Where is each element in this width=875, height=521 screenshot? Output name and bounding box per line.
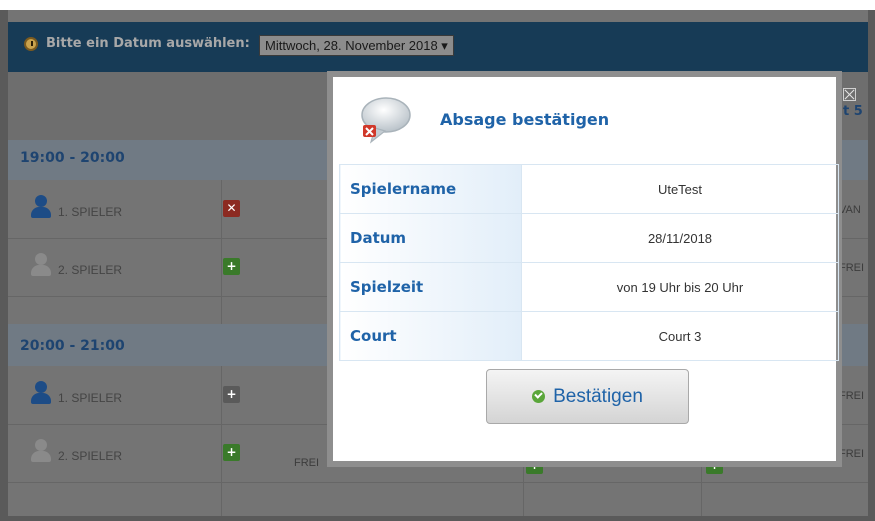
player-icon	[30, 439, 52, 463]
detail-key: Spielzeit	[339, 262, 522, 312]
close-icon[interactable]	[843, 88, 856, 101]
player-label: 2. SPIELER	[58, 449, 123, 463]
detail-key: Spielername	[339, 164, 522, 214]
table-row: Spielzeit von 19 Uhr bis 20 Uhr	[339, 262, 839, 312]
detail-key: Datum	[339, 213, 522, 263]
player-icon	[30, 381, 52, 405]
add-player-button[interactable]: +	[223, 258, 240, 275]
court-cell-text: VAN	[839, 204, 861, 216]
detail-value: Court 3	[521, 311, 839, 361]
date-bar: Bitte ein Datum auswählen: Mittwoch, 28.…	[8, 22, 868, 73]
player-icon	[30, 195, 52, 219]
date-label: Bitte ein Datum auswählen:	[46, 36, 250, 51]
speech-bubble-delete-icon	[355, 92, 415, 152]
player-label: 1. SPIELER	[58, 391, 123, 405]
check-icon	[532, 390, 546, 403]
court-header-fragment: t 5	[843, 104, 863, 119]
time-slot-label: 20:00 - 21:00	[20, 338, 125, 354]
confirm-button[interactable]: Bestätigen	[486, 369, 689, 424]
court-cell-text: FREI	[839, 448, 865, 460]
table-row: Datum 28/11/2018	[339, 213, 839, 263]
court-cell-text: FREI	[294, 457, 320, 469]
player-icon	[30, 253, 52, 277]
court-cell-text: FREI	[839, 262, 865, 274]
clock-icon	[24, 37, 38, 51]
player-label: 1. SPIELER	[58, 205, 123, 219]
cancel-booking-button[interactable]: ✕	[223, 200, 240, 217]
table-row: Court Court 3	[339, 311, 839, 361]
browser-top-strip	[0, 0, 875, 10]
dialog-header: Absage bestätigen	[333, 77, 836, 164]
confirm-button-label: Bestätigen	[553, 385, 643, 407]
booking-details-table: Spielername UteTest Datum 28/11/2018 Spi…	[339, 164, 839, 361]
player-label: 2. SPIELER	[58, 263, 123, 277]
add-player-button[interactable]: +	[223, 386, 240, 403]
confirm-cancellation-dialog: Absage bestätigen Spielername UteTest Da…	[327, 71, 842, 467]
detail-key: Court	[339, 311, 522, 361]
add-player-button[interactable]: +	[223, 444, 240, 461]
detail-value: 28/11/2018	[521, 213, 839, 263]
table-row: Spielername UteTest	[339, 164, 839, 214]
detail-value: UteTest	[521, 164, 839, 214]
date-select[interactable]: Mittwoch, 28. November 2018 ▾	[259, 35, 454, 56]
dialog-title: Absage bestätigen	[440, 110, 610, 129]
detail-value: von 19 Uhr bis 20 Uhr	[521, 262, 839, 312]
court-cell-text: FREI	[839, 390, 865, 402]
time-slot-label: 19:00 - 20:00	[20, 150, 125, 166]
